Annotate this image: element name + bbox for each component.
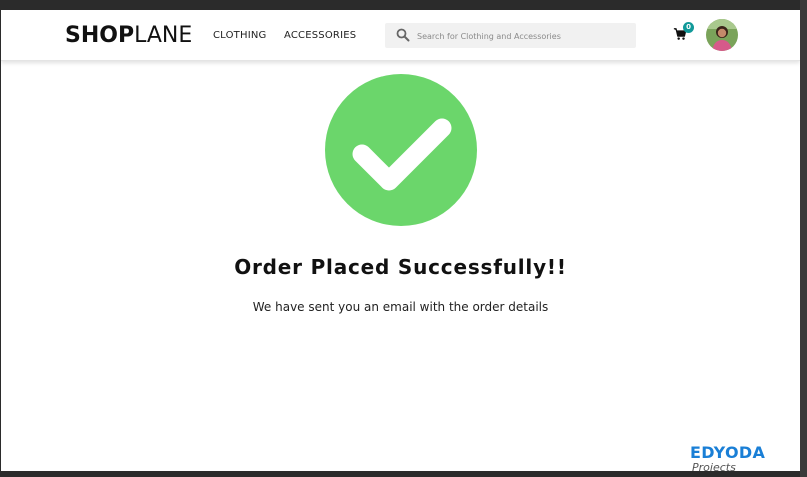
nav-link-accessories[interactable]: ACCESSORIES bbox=[284, 30, 356, 41]
success-check-icon bbox=[325, 74, 477, 231]
cart-count-badge: 0 bbox=[683, 22, 694, 33]
confirmation-message: We have sent you an email with the order… bbox=[252, 300, 549, 314]
logo-bold-text: SHOP bbox=[65, 23, 135, 48]
browser-viewport: SHOPLANE CLOTHING ACCESSORIES 0 bbox=[1, 10, 800, 471]
window-edge bbox=[800, 0, 807, 477]
top-nav-bar: SHOPLANE CLOTHING ACCESSORIES 0 bbox=[1, 10, 800, 61]
search-input[interactable] bbox=[415, 27, 629, 46]
brand-logo[interactable]: SHOPLANE bbox=[65, 22, 192, 50]
page-title: Order Placed Successfully!! bbox=[234, 255, 567, 279]
search-bar bbox=[385, 23, 636, 48]
logo-light-text: LANE bbox=[134, 23, 193, 48]
watermark-sub-text: Projects bbox=[692, 461, 736, 472]
search-icon bbox=[396, 28, 410, 47]
watermark-main-text: EDYODA bbox=[690, 443, 766, 462]
edyoda-watermark: EDYODA Projects bbox=[690, 443, 770, 472]
nav-link-clothing[interactable]: CLOTHING bbox=[213, 30, 266, 41]
user-avatar[interactable] bbox=[706, 19, 738, 51]
